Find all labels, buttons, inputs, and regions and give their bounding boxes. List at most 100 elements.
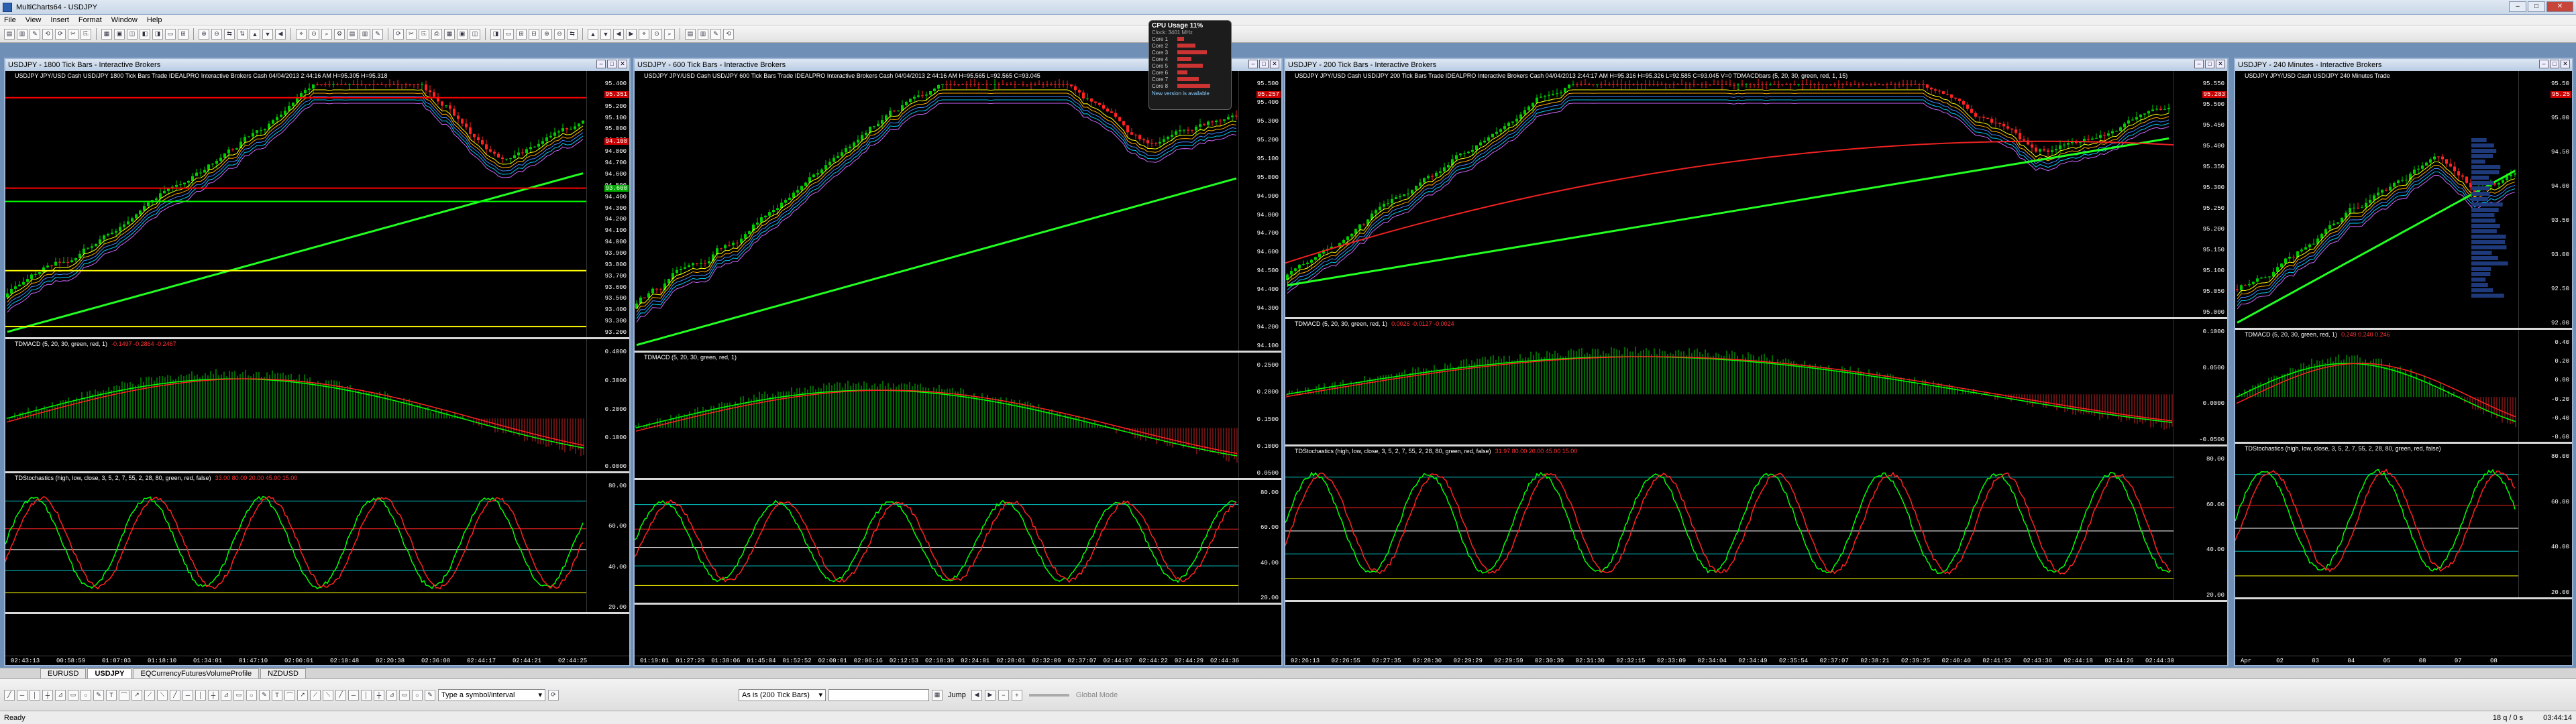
- drawing-tool-icon[interactable]: ─: [182, 689, 193, 701]
- drawing-tool-icon[interactable]: ⊿: [386, 689, 397, 701]
- apply-symbol-icon[interactable]: ⟳: [548, 689, 559, 701]
- toolbar-tool-icon[interactable]: ⇆: [224, 28, 235, 40]
- toolbar-tool-icon[interactable]: ▥: [698, 28, 708, 40]
- tab-volume-profile[interactable]: EQCurrencyFuturesVolumeProfile: [133, 668, 260, 678]
- drawing-tool-icon[interactable]: ⟍: [323, 689, 333, 701]
- chart-window-title[interactable]: USDJPY - 1800 Tick Bars - Interactive Br…: [5, 59, 629, 71]
- value-axis[interactable]: 95.550 95.500 95.450 95.400 95.350 95.300 95.2…: [2174, 71, 2227, 317]
- tab-eurusd[interactable]: EURUSD: [40, 668, 87, 678]
- global-mode-label[interactable]: Global Mode: [1076, 691, 1118, 699]
- toolbar-tool-icon[interactable]: ⎘: [80, 28, 91, 40]
- drawing-tool-icon[interactable]: ▭: [399, 689, 410, 701]
- toolbar-tool-icon[interactable]: ⊖: [211, 28, 222, 40]
- toolbar-tool-icon[interactable]: ◧: [140, 28, 150, 40]
- price-pane[interactable]: USDJPY JPY/USD Cash USD/JPY 200 Tick Bar…: [1285, 71, 2227, 319]
- toolbar-tool-icon[interactable]: ▦: [444, 28, 455, 40]
- value-axis[interactable]: 0.2500 0.2000 0.1500 0.1000 0.0500: [1238, 353, 1281, 478]
- price-plot[interactable]: [1285, 71, 2174, 317]
- chart-window[interactable]: USDJPY - 600 Tick Bars - Interactive Bro…: [633, 58, 1283, 666]
- toolbar-tool-icon[interactable]: ✂: [68, 28, 78, 40]
- menu-window[interactable]: Window: [111, 16, 138, 24]
- toolbar-tool-icon[interactable]: ⊟: [529, 28, 539, 40]
- jump-button[interactable]: Jump: [945, 691, 969, 699]
- macd-pane[interactable]: TDMACD (5, 20, 30, green, red, 1) 0.0026 …: [1285, 319, 2227, 446]
- tab-nzdusd[interactable]: NZDUSD: [260, 668, 307, 678]
- macd-plot[interactable]: [2235, 330, 2518, 442]
- maximize-chart-button[interactable]: □: [2550, 60, 2559, 68]
- toolbar-tool-icon[interactable]: ✎: [30, 28, 40, 40]
- drawing-tool-icon[interactable]: ┼: [42, 689, 53, 701]
- toolbar-tool-icon[interactable]: ▦: [101, 28, 112, 40]
- toolbar-tool-icon[interactable]: ▤: [347, 28, 358, 40]
- drawing-tool-icon[interactable]: ┼: [208, 689, 219, 701]
- toolbar-tool-icon[interactable]: ✎: [372, 28, 383, 40]
- toolbar-tool-icon[interactable]: ⎘: [419, 28, 429, 40]
- minimize-chart-button[interactable]: –: [596, 60, 606, 68]
- toolbar-tool-icon[interactable]: ⊙: [651, 28, 662, 40]
- stochastics-pane[interactable]: TDStochastics (high, low, close, 3, 5, 2…: [1285, 446, 2227, 602]
- drawing-tool-icon[interactable]: ╱: [170, 689, 180, 701]
- toolbar-tool-icon[interactable]: ▣: [114, 28, 125, 40]
- toolbar-tool-icon[interactable]: ▶: [626, 28, 637, 40]
- toolbar-tool-icon[interactable]: ◨: [152, 28, 163, 40]
- drawing-tool-icon[interactable]: T: [106, 689, 117, 701]
- chart-window-title[interactable]: USDJPY - 200 Tick Bars - Interactive Bro…: [1285, 59, 2227, 71]
- maximize-chart-button[interactable]: □: [1259, 60, 1269, 68]
- stochastics-plot[interactable]: [2235, 444, 2518, 597]
- toolbar-tool-icon[interactable]: ▤: [685, 28, 696, 40]
- price-pane[interactable]: USDJPY JPY/USD Cash USD/JPY 1800 Tick Ba…: [5, 71, 629, 339]
- toolbar-tool-icon[interactable]: ▼: [262, 28, 273, 40]
- toolbar-tool-icon[interactable]: ◫: [470, 28, 480, 40]
- drawing-tool-icon[interactable]: ✎: [259, 689, 270, 701]
- drawing-tool-icon[interactable]: ─: [17, 689, 28, 701]
- maximize-chart-button[interactable]: □: [2205, 60, 2214, 68]
- zoom-out-icon[interactable]: −: [998, 689, 1009, 701]
- drawing-tool-icon[interactable]: │: [30, 689, 40, 701]
- minimize-chart-button[interactable]: –: [2539, 60, 2548, 68]
- time-axis[interactable]: 02:43:13 00:58:59 01:07:03 01:18:10 01:34:01…: [5, 656, 629, 665]
- drawing-tool-icon[interactable]: ○: [80, 689, 91, 701]
- cpu-update-note[interactable]: New version is available: [1152, 90, 1228, 97]
- value-axis[interactable]: 95.50 95.00 94.50 94.00 93.50 93.00 92.50 92.00…: [2518, 71, 2572, 328]
- chart-window[interactable]: USDJPY - 240 Minutes - Interactive Broke…: [2234, 58, 2573, 666]
- toolbar-tool-icon[interactable]: ▲: [588, 28, 598, 40]
- toolbar-tool-icon[interactable]: ⟳: [55, 28, 66, 40]
- drawing-tool-icon[interactable]: ✎: [93, 689, 104, 701]
- price-pane[interactable]: USDJPY JPY/USD Cash USD/JPY 240 Minutes …: [2235, 71, 2572, 330]
- toolbar-tool-icon[interactable]: ⌕: [321, 28, 332, 40]
- drawing-tool-icon[interactable]: ╱: [4, 689, 15, 701]
- price-plot[interactable]: [5, 71, 586, 337]
- chart-window[interactable]: USDJPY - 200 Tick Bars - Interactive Bro…: [1284, 58, 2229, 666]
- toolbar-tool-icon[interactable]: ▲: [250, 28, 260, 40]
- stochastics-plot[interactable]: [1285, 446, 2174, 600]
- toolbar-tool-icon[interactable]: ✎: [710, 28, 721, 40]
- value-axis[interactable]: 80.00 60.00 40.00 20.00: [1238, 480, 1281, 603]
- macd-plot[interactable]: [5, 339, 586, 471]
- drawing-tool-icon[interactable]: ⊿: [221, 689, 231, 701]
- toolbar-tool-icon[interactable]: ◀: [613, 28, 624, 40]
- menu-file[interactable]: File: [4, 16, 16, 24]
- macd-pane[interactable]: TDMACD (5, 20, 30, green, red, 1) 0.2500 0…: [635, 353, 1281, 480]
- chart-window[interactable]: USDJPY - 1800 Tick Bars - Interactive Br…: [4, 58, 631, 666]
- stochastics-pane[interactable]: 80.00 60.00 40.00 20.00: [635, 480, 1281, 605]
- drawing-tool-icon[interactable]: ⟋: [144, 689, 155, 701]
- macd-pane[interactable]: TDMACD (5, 20, 30, green, red, 1) -0.1497…: [5, 339, 629, 473]
- toolbar-tool-icon[interactable]: ▼: [600, 28, 611, 40]
- macd-plot[interactable]: [1285, 319, 2174, 444]
- toolbar-tool-icon[interactable]: ▥: [360, 28, 370, 40]
- menu-format[interactable]: Format: [78, 16, 102, 24]
- drawing-tool-icon[interactable]: ▭: [233, 689, 244, 701]
- value-axis[interactable]: 80.00 60.00 40.00 20.00: [2518, 444, 2572, 597]
- maximize-button[interactable]: □: [2528, 1, 2545, 12]
- stochastics-plot[interactable]: [5, 473, 586, 612]
- drawing-tool-icon[interactable]: ✎: [425, 689, 435, 701]
- toolbar-tool-icon[interactable]: ⌖: [639, 28, 649, 40]
- drawing-tool-icon[interactable]: ⟍: [157, 689, 168, 701]
- drawing-tool-icon[interactable]: │: [361, 689, 372, 701]
- toolbar-tool-icon[interactable]: ⟳: [393, 28, 404, 40]
- drawing-tool-icon[interactable]: ┼: [374, 689, 384, 701]
- toolbar-tool-icon[interactable]: ⊖: [554, 28, 565, 40]
- toolbar-tool-icon[interactable]: ⇅: [237, 28, 248, 40]
- drawing-tool-icon[interactable]: T: [272, 689, 282, 701]
- macd-pane[interactable]: TDMACD (5, 20, 30, green, red, 1) 0.249 0…: [2235, 330, 2572, 444]
